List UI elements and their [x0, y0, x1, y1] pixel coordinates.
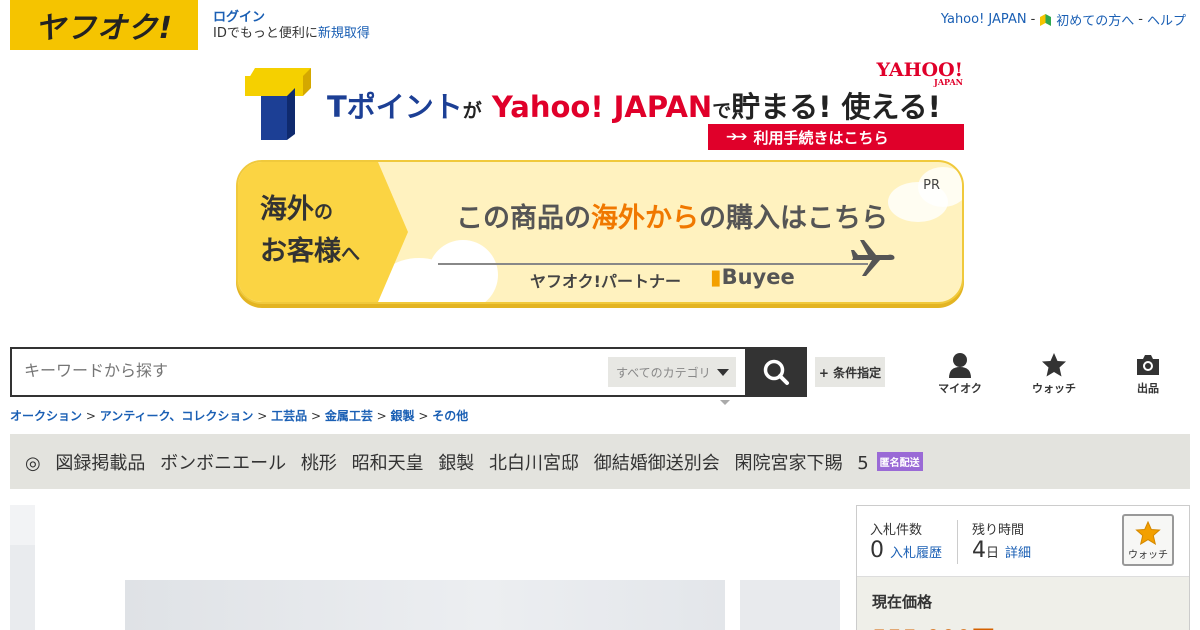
buyee-bag-icon: ▮ [710, 265, 722, 289]
time-left: 残り時間 4日 詳細 [972, 523, 1032, 563]
search-input[interactable] [24, 361, 584, 380]
next-item-image[interactable] [740, 580, 840, 630]
buyee-headline: この商品の海外からの購入はこちら [456, 203, 888, 234]
breadcrumb-link[interactable]: オークション [10, 409, 82, 423]
watch-button[interactable]: ウォッチ [1122, 514, 1174, 566]
watch-nav-button[interactable]: ウォッチ [1024, 352, 1084, 396]
breadcrumb-link[interactable]: 銀製 [391, 409, 415, 423]
item-title: ◎ 図録掲載品 ボンボニエール 桃形 昭和天皇 銀製 北白川宮邸 御結婚御送別会… [25, 452, 869, 474]
condition-button[interactable]: + 条件指定 [815, 357, 885, 387]
login-link[interactable]: ログイン [213, 10, 265, 25]
tpoint-t-icon [245, 68, 311, 140]
pr-label: PR [923, 178, 940, 193]
tpoint-banner[interactable]: Tポイントが Yahoo! JAPANで貯まる! 使える! YAHOO! JAPA… [245, 59, 965, 152]
tpoint-cta-button[interactable]: ➔➔ 利用手続きはこちら [708, 124, 964, 150]
buyee-logo: ▮Buyee [710, 265, 795, 289]
price-area: 現在価格 555,000円 [857, 576, 1189, 630]
airplane-icon [851, 240, 895, 276]
yahuoku-logo[interactable]: ヤフオク! [10, 0, 198, 50]
breadcrumb-link[interactable]: その他 [432, 409, 468, 423]
breadcrumb-link[interactable]: アンティーク、コレクション [100, 409, 254, 423]
breadcrumb-link[interactable]: 工芸品 [271, 409, 307, 423]
anonymous-shipping-badge: 匿名配送 [876, 452, 923, 471]
yahoo-japan-link[interactable]: Yahoo! JAPAN [941, 12, 1027, 27]
partner-label: ヤフオク!パートナー [530, 272, 681, 291]
register-link[interactable]: 新規取得 [318, 26, 370, 41]
logo-text: ヤフオク! [34, 11, 174, 46]
user-icon [949, 353, 971, 378]
login-box: ログイン IDでもっと便利に新規取得 [213, 10, 370, 42]
breadcrumb: オークション > アンティーク、コレクション > 工芸品 > 金属工芸 > 銀製… [10, 409, 469, 423]
separator: - [1138, 12, 1143, 27]
yahoo-japan-logo: YAHOO! JAPAN [876, 59, 963, 87]
bid-panel: 入札件数 0入札履歴 残り時間 4日詳細 ウォッチ 現在価格 555,000円 [856, 505, 1190, 630]
arrow-icon: ➔➔ [726, 129, 748, 145]
thumbnail-strip[interactable] [10, 505, 35, 630]
breadcrumb-link[interactable]: 金属工芸 [325, 409, 373, 423]
sell-button[interactable]: 出品 [1118, 352, 1178, 396]
top-right-links: Yahoo! JAPAN - 初めての方へ - ヘルプ [941, 10, 1186, 29]
overseas-label: 海外の お客様へ [238, 162, 408, 302]
category-select[interactable]: すべてのカテゴリ [608, 357, 736, 387]
bid-count: 入札件数 0 入札履歴 [870, 523, 943, 563]
id-prompt: IDでもっと便利に [213, 26, 318, 41]
price-value: 555,000円 [872, 619, 995, 630]
separator: - [1030, 12, 1036, 27]
dropdown-hint-icon [720, 400, 730, 405]
search-bar: すべてのカテゴリ [10, 347, 807, 397]
star-icon [1042, 353, 1066, 377]
main-item-image[interactable] [125, 580, 725, 630]
chevron-down-icon [716, 368, 729, 376]
price-label: 現在価格 [872, 593, 933, 611]
search-icon [763, 359, 789, 385]
help-link[interactable]: ヘルプ [1147, 10, 1186, 29]
item-title-bar: ◎ 図録掲載品 ボンボニエール 桃形 昭和天皇 銀製 北白川宮邸 御結婚御送別会… [10, 434, 1190, 489]
bid-history-link[interactable]: 入札履歴 [890, 546, 942, 561]
tpoint-headline: Tポイントが Yahoo! JAPANで貯まる! 使える! [327, 90, 941, 124]
beginner-icon [1040, 14, 1052, 26]
myauc-button[interactable]: マイオク [930, 352, 990, 396]
camera-icon [1137, 355, 1159, 375]
star-icon [1135, 521, 1161, 545]
buyee-banner[interactable]: 海外の お客様へ PR この商品の海外からの購入はこちら ヤフオク!パートナー … [236, 160, 964, 304]
search-button[interactable] [745, 347, 807, 397]
time-detail-link[interactable]: 詳細 [1005, 546, 1031, 561]
beginner-link[interactable]: 初めての方へ [1056, 10, 1134, 29]
